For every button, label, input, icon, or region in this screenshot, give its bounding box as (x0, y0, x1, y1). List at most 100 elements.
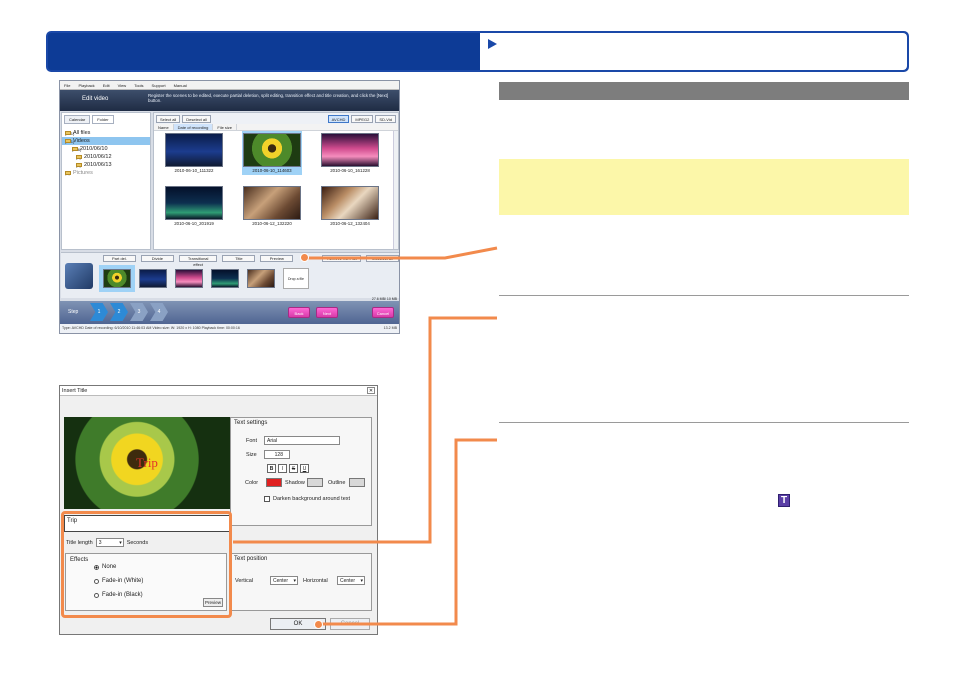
thumbnail-image (165, 133, 223, 167)
step-2: 2 (110, 303, 128, 321)
divide-button[interactable]: Divide (140, 255, 174, 262)
cancel-button[interactable]: Cancel (372, 307, 394, 318)
text-position-heading: Text position (234, 556, 268, 562)
remove-from-list-button[interactable]: Remove from list (322, 255, 362, 262)
back-button[interactable]: Back (288, 307, 310, 318)
text-position-group: Text position Vertical Center Horizontal… (230, 553, 372, 611)
tree-item-pictures[interactable]: Pictures(0) (62, 169, 150, 177)
step-3: 3 (130, 303, 148, 321)
tree-item-folder[interactable]: 2010/06/10(106) (62, 145, 150, 153)
sort-size[interactable]: File size (213, 124, 238, 130)
transition-effect-button[interactable]: Transitional effect (178, 255, 218, 267)
font-label: Font (246, 438, 258, 444)
folder-icon (72, 147, 78, 151)
darken-checkbox[interactable]: Darken background around text (264, 496, 350, 502)
title-overlay-text: Trip (136, 455, 158, 470)
edit-video-titlebar: Edit video Register the scenes to be edi… (60, 90, 399, 111)
outline-label: Outline (328, 480, 346, 486)
status-text: Type: AVCHD Date of recording: 6/10/2010… (62, 326, 240, 330)
bold-button[interactable]: B (267, 464, 276, 473)
text-color-swatch[interactable] (266, 478, 282, 487)
horizontal-select[interactable]: Center (337, 576, 365, 585)
strip-deselect-all-button[interactable]: Deselect all (366, 255, 399, 262)
close-icon[interactable]: ✕ (367, 387, 375, 394)
divider (499, 295, 909, 296)
underline-button[interactable]: U (300, 464, 309, 473)
shadow-color-swatch[interactable] (307, 478, 323, 487)
select-all-button[interactable]: Select all (156, 115, 181, 123)
part-delete-button[interactable]: Part del. (103, 255, 136, 262)
size-stepper[interactable]: 128 (264, 450, 290, 459)
clip-item[interactable] (175, 269, 203, 288)
thumbnail-caption: 2010-06-12_132404 (330, 221, 370, 226)
thumbnail-caption: 2010-06-12_132220 (252, 221, 292, 226)
shadow-label: Shadow (285, 480, 305, 486)
menu-playback[interactable]: Playback (78, 81, 94, 89)
status-bar: Type: AVCHD Date of recording: 6/10/2010… (60, 324, 399, 333)
outline-color-swatch[interactable] (349, 478, 365, 487)
title-preview-image: Trip (64, 417, 230, 509)
menu-support[interactable]: Support (152, 81, 166, 89)
menu-bar: File Playback Edit View Tools Support Ma… (60, 81, 399, 90)
clip-item[interactable] (99, 265, 135, 292)
video-thumbnail[interactable]: 2010-06-12_132404 (320, 186, 380, 226)
video-thumbnail[interactable]: 2010-06-10_201919 (164, 186, 224, 226)
banner-title-area (480, 33, 907, 70)
tree-item-all-files[interactable]: All files(231) (62, 129, 150, 137)
edit-video-title: Edit video (82, 96, 109, 102)
title-button[interactable]: Title (222, 255, 256, 262)
size-label: Size (246, 452, 257, 458)
sort-date[interactable]: Date of recording (173, 124, 214, 130)
menu-tools[interactable]: Tools (134, 81, 143, 89)
step-1: 1 (90, 303, 108, 321)
title-t-icon: T (778, 494, 790, 507)
thumbnail-image (243, 186, 301, 220)
video-thumbnail[interactable]: 2010-06-12_132220 (242, 186, 302, 226)
menu-manual[interactable]: Manual (174, 81, 187, 89)
avchd-filter-button[interactable]: AVCHD (327, 115, 350, 123)
sort-name[interactable]: Name (154, 124, 174, 130)
dialog-title: Insert Title (62, 388, 88, 394)
menu-file[interactable]: File (64, 81, 70, 89)
preview-button[interactable]: Preview (260, 255, 294, 262)
clip-item[interactable] (211, 269, 239, 288)
clip-item[interactable] (139, 269, 167, 288)
drop-target[interactable]: Drop a file (283, 268, 309, 289)
horizontal-label: Horizontal (303, 578, 328, 584)
menu-view[interactable]: View (118, 81, 127, 89)
sd-video-filter-button[interactable]: SD-Vid (375, 115, 396, 123)
strike-button[interactable]: S (289, 464, 298, 473)
thumbnail-grid: 2010-06-10_111322 2010-06-10_114603 2010… (154, 131, 398, 241)
tree-item-folder[interactable]: 2010/06/13(0) (62, 161, 150, 169)
play-arrow-icon (488, 39, 497, 49)
tab-folder[interactable]: Folder (92, 115, 114, 124)
dialog-titlebar: Insert Title ✕ (60, 386, 377, 396)
video-thumbnail[interactable]: 2010-06-10_111322 (164, 133, 224, 173)
note-box (499, 159, 909, 215)
tree-item-folder[interactable]: 2010/06/12(6) (62, 153, 150, 161)
mpeg2-filter-button[interactable]: MPEG2 (351, 115, 374, 123)
deselect-all-button[interactable]: Deselect all (182, 115, 211, 123)
tree-item-videos[interactable]: Videos(231) (62, 137, 150, 145)
font-select[interactable]: Arial (264, 436, 340, 445)
next-button[interactable]: Next (316, 307, 338, 318)
text-settings-group: Text settings Font Arial Size 128 B I S … (230, 417, 372, 526)
vertical-select[interactable]: Center (270, 576, 298, 585)
thumbnail-image (321, 186, 379, 220)
clip-list: Drop a file (99, 265, 309, 294)
thumbnail-image (243, 133, 301, 167)
video-thumbnail[interactable]: 2010-06-10_114603 (242, 131, 302, 175)
video-thumbnail[interactable]: 2010-06-10_161228 (320, 133, 380, 173)
vertical-label: Vertical (235, 578, 254, 584)
vertical-scrollbar[interactable] (393, 131, 398, 249)
callout-highlight-box (61, 511, 232, 618)
thumbnail-caption: 2010-06-10_201919 (174, 221, 214, 226)
clip-item[interactable] (247, 269, 275, 288)
tab-calendar[interactable]: Calendar (64, 115, 91, 124)
menu-edit[interactable]: Edit (103, 81, 110, 89)
divider (499, 422, 909, 423)
dialog-cancel-button[interactable]: Cancel (330, 618, 370, 630)
italic-button[interactable]: I (278, 464, 287, 473)
folder-icon (65, 131, 71, 135)
step-4: 4 (150, 303, 168, 321)
